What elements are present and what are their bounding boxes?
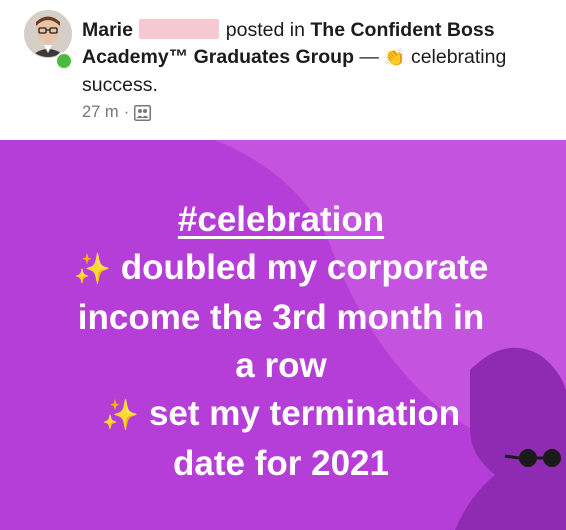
redacted-author-surname [139, 19, 220, 39]
hashtag-link[interactable]: #celebration [178, 200, 384, 239]
online-status-indicator [55, 52, 73, 70]
group-icon[interactable] [134, 104, 152, 121]
sparkles-icon: ✨ [101, 398, 140, 433]
post-image[interactable]: #celebration ✨ doubled my corporate inco… [0, 140, 566, 530]
post-headline: Marie posted in The Confident Boss Acade… [82, 17, 552, 99]
post-text-block: #celebration ✨ doubled my corporate inco… [8, 196, 554, 488]
post-timestamp[interactable]: 27 m [82, 103, 119, 122]
avatar-image [25, 11, 71, 57]
post-header: Marie posted in The Confident Boss Acade… [0, 0, 566, 140]
post-line-3: a row [235, 346, 327, 385]
post-line-4: ✨ set my termination [101, 394, 461, 433]
author-avatar-wrapper[interactable] [24, 10, 73, 70]
post-meta: 27 m · [82, 103, 152, 122]
post-line-1: ✨ doubled my corporate [73, 248, 489, 287]
dash: — [359, 46, 379, 68]
meta-separator: · [123, 103, 130, 121]
author-name[interactable]: Marie [82, 19, 133, 41]
avatar[interactable] [24, 10, 72, 58]
posted-in-text: posted in [225, 19, 305, 41]
post-line-2: income the 3rd month in [77, 298, 485, 337]
hashtag-line: #celebration [8, 196, 554, 244]
clapping-hands-icon: 👏 [384, 48, 406, 68]
sparkles-icon: ✨ [73, 252, 112, 287]
post-line-5: date for 2021 [173, 444, 389, 483]
